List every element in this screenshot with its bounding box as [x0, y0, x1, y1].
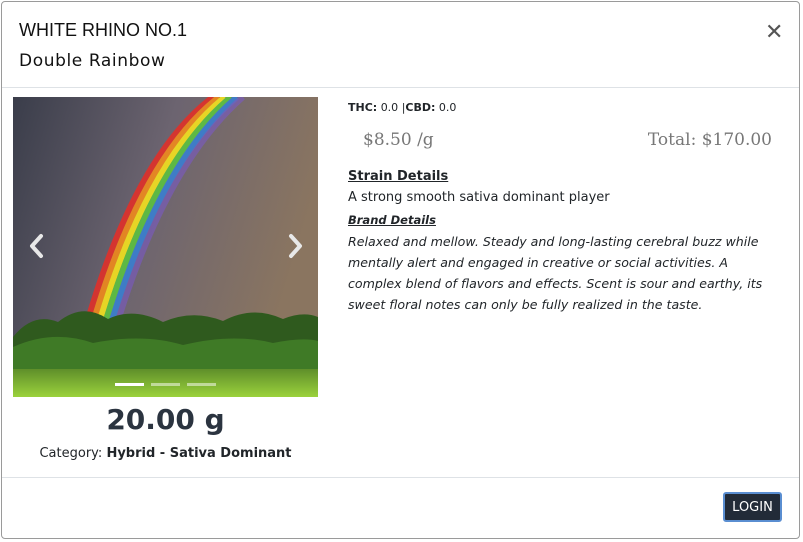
chevron-left-icon [30, 234, 43, 258]
carousel-prev-button[interactable] [25, 232, 49, 260]
cbd-label: CBD: [405, 101, 436, 114]
carousel-indicator[interactable] [115, 383, 144, 386]
login-button[interactable]: LOGIN [723, 492, 782, 522]
modal-header: WHITE RHINO NO.1 Double Rainbow ✕ [2, 2, 799, 88]
product-category: Category: Hybrid - Sativa Dominant [13, 446, 318, 461]
cannabinoid-info: THC: 0.0 |CBD: 0.0 [348, 101, 456, 114]
product-weight: 20.00 g [106, 403, 225, 436]
carousel-indicator[interactable] [151, 383, 180, 386]
modal-footer [2, 477, 799, 478]
category-value: Hybrid - Sativa Dominant [106, 446, 292, 461]
strain-details-text: A strong smooth sativa dominant player [348, 190, 610, 205]
brand-name: WHITE RHINO NO.1 [19, 20, 188, 40]
unit-price: $8.50 /g [363, 130, 434, 150]
brand-details-title: Brand Details [348, 213, 436, 227]
thc-value: 0.0 [380, 101, 399, 114]
total-price: Total: $170.00 [647, 130, 772, 150]
carousel-indicator[interactable] [187, 383, 216, 386]
carousel-next-button[interactable] [283, 232, 307, 260]
chevron-right-icon [289, 234, 302, 258]
rainbow-photo [13, 97, 318, 397]
thc-label: THC: [348, 101, 378, 114]
close-icon[interactable]: ✕ [765, 22, 783, 44]
product-image-carousel[interactable] [13, 97, 318, 397]
strain-details-title: Strain Details [348, 169, 449, 184]
carousel-indicators [115, 383, 216, 386]
cbd-value: 0.0 [438, 101, 457, 114]
brand-details-text: Relaxed and mellow. Steady and long-last… [348, 234, 763, 312]
category-label: Category: [39, 446, 103, 461]
strain-name: Double Rainbow [19, 51, 166, 71]
